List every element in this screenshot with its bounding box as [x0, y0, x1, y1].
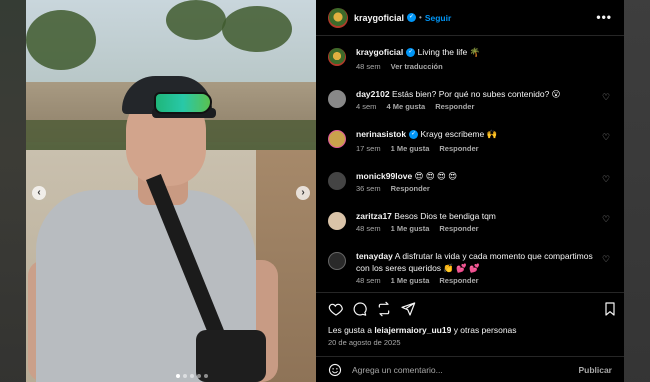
comment-time: 48 sem	[356, 276, 381, 285]
comment-likes-count[interactable]: 1 Me gusta	[391, 276, 430, 285]
caption-meta: 48 sem Ver traducción	[356, 62, 443, 71]
comment-text: 😍 😍 😍 😍	[414, 171, 458, 181]
carousel-dot	[176, 374, 180, 378]
carousel-dot	[183, 374, 187, 378]
comment-meta: 48 sem 1 Me gusta Responder	[356, 224, 479, 233]
comment-meta: 48 sem 1 Me gusta Responder	[356, 276, 479, 285]
comment-body: zaritza17 Besos Dios te bendiga tqm	[356, 210, 596, 222]
commenter-avatar[interactable]	[328, 252, 346, 270]
commenter-username[interactable]: monick99love	[356, 171, 412, 181]
comment-like-heart-icon[interactable]: ♡	[602, 254, 612, 264]
add-comment-bar: Publicar	[316, 356, 624, 382]
backdrop-left	[0, 0, 26, 382]
comment-input[interactable]	[352, 364, 579, 375]
reply-button[interactable]: Responder	[391, 184, 430, 193]
commenter-avatar[interactable]	[328, 130, 346, 148]
reply-button[interactable]: Responder	[439, 276, 478, 285]
like-heart-icon[interactable]	[328, 301, 344, 317]
translate-link[interactable]: Ver traducción	[391, 62, 443, 71]
carousel-dots	[176, 374, 208, 378]
backdrop-right	[624, 0, 650, 382]
header-separator: •	[419, 13, 422, 22]
reply-button[interactable]: Responder	[439, 144, 478, 153]
previous-media-arrow-icon[interactable]: ‹	[32, 186, 46, 200]
carousel-dot	[204, 374, 208, 378]
caption-body: kraygoficial ✓ Living the life 🌴	[356, 46, 596, 58]
comment-like-heart-icon[interactable]: ♡	[602, 174, 612, 184]
commenter-username[interactable]: nerinasistok	[356, 129, 406, 139]
comment-time: 48 sem	[356, 224, 381, 233]
likes-prefix: Les gusta a	[328, 325, 375, 335]
caption-text: Living the life 🌴	[417, 47, 481, 57]
comment-body: day2102 Estás bien? Por qué no subes con…	[356, 88, 596, 100]
photo-palm	[222, 6, 292, 52]
comment-likes-count[interactable]: 1 Me gusta	[391, 144, 430, 153]
comment-time: 36 sem	[356, 184, 381, 193]
commenter-username[interactable]: tenayday	[356, 251, 393, 261]
likes-suffix[interactable]: y otras personas	[451, 325, 517, 335]
liker-username[interactable]: leiajermaiory_uu19	[374, 325, 451, 335]
repost-icon[interactable]	[376, 301, 392, 317]
verified-badge-icon: ✓	[409, 130, 419, 140]
post-media[interactable]: ‹ ›	[26, 0, 316, 382]
emoji-smiley-icon[interactable]	[328, 363, 342, 377]
comments-list[interactable]: kraygoficial ✓ Living the life 🌴 48 sem V…	[316, 38, 624, 286]
follow-button[interactable]: Seguir	[425, 13, 451, 23]
caption-time: 48 sem	[356, 62, 381, 71]
next-media-arrow-icon[interactable]: ›	[296, 186, 310, 200]
comment-likes-count[interactable]: 4 Me gusta	[386, 102, 425, 111]
comment-like-heart-icon[interactable]: ♡	[602, 92, 612, 102]
comment-like-heart-icon[interactable]: ♡	[602, 214, 612, 224]
post-side-panel: kraygoficial ✓ • Seguir ••• kraygoficial…	[316, 0, 624, 382]
comment-like-heart-icon[interactable]: ♡	[602, 132, 612, 142]
comment-body: monick99love 😍 😍 😍 😍	[356, 170, 596, 182]
commenter-username[interactable]: zaritza17	[356, 211, 392, 221]
carousel-dot	[190, 374, 194, 378]
commenter-avatar[interactable]	[328, 172, 346, 190]
photo-palm	[26, 10, 96, 70]
publish-button[interactable]: Publicar	[578, 365, 612, 375]
verified-badge-icon: ✓	[406, 48, 416, 58]
commenter-avatar[interactable]	[328, 90, 346, 108]
comment-meta: 17 sem 1 Me gusta Responder	[356, 144, 479, 153]
comment-meta: 4 sem 4 Me gusta Responder	[356, 102, 474, 111]
likes-summary: Les gusta a leiajermaiory_uu19 y otras p…	[328, 325, 517, 335]
comment-time: 4 sem	[356, 102, 377, 111]
commenter-username[interactable]: day2102	[356, 89, 390, 99]
caption-username[interactable]: kraygoficial	[356, 47, 403, 57]
comment-text: Estás bien? Por qué no subes contenido? …	[391, 89, 561, 99]
photo-palm	[166, 0, 226, 40]
caption-avatar[interactable]	[328, 48, 346, 66]
commenter-avatar[interactable]	[328, 212, 346, 230]
post-actions-bar	[316, 292, 624, 320]
reply-button[interactable]: Responder	[439, 224, 478, 233]
save-bookmark-icon[interactable]	[602, 301, 618, 317]
comment-body: nerinasistok ✓ Krayg escribeme 🙌	[356, 128, 596, 140]
comment-text: Krayg escribeme 🙌	[420, 129, 498, 139]
comment-time: 17 sem	[356, 144, 381, 153]
comment-body: tenayday A disfrutar la vida y cada mome…	[356, 250, 596, 274]
comment-text: Besos Dios te bendiga tqm	[394, 211, 496, 221]
reply-button[interactable]: Responder	[435, 102, 474, 111]
comment-meta: 36 sem Responder	[356, 184, 430, 193]
verified-badge-icon: ✓	[407, 13, 417, 22]
comment-likes-count[interactable]: 1 Me gusta	[391, 224, 430, 233]
carousel-dot	[197, 374, 201, 378]
more-options-icon[interactable]: •••	[596, 10, 612, 24]
author-username[interactable]: kraygoficial	[354, 13, 404, 23]
author-avatar[interactable]	[328, 7, 348, 28]
post-header: kraygoficial ✓ • Seguir •••	[316, 0, 624, 36]
share-send-icon[interactable]	[400, 301, 416, 317]
comment-bubble-icon[interactable]	[352, 301, 368, 317]
photo-person-sunglasses	[154, 92, 212, 114]
post-date: 20 de agosto de 2025	[328, 338, 401, 347]
